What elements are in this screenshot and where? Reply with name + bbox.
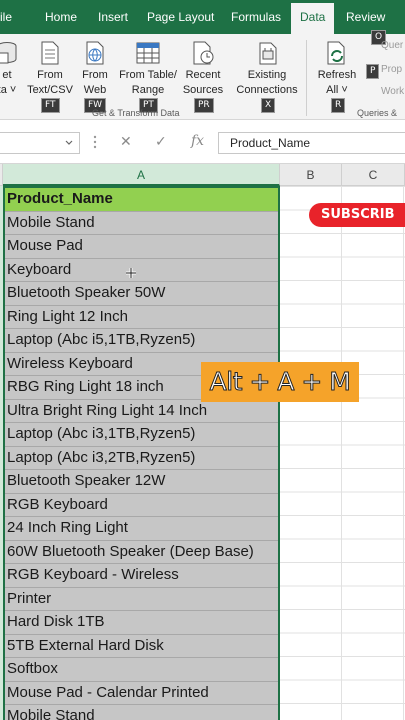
from-web-label-1: From — [82, 69, 108, 81]
name-box[interactable] — [0, 132, 80, 154]
text-file-icon — [41, 41, 59, 65]
existing-connections-button[interactable]: Existing Connections — [233, 40, 301, 98]
keytip-p: P — [366, 64, 380, 79]
recent-sources-label-1: Recent — [185, 69, 221, 81]
refresh-all-label-1: Refresh — [317, 69, 357, 81]
table-row[interactable]: RGB Keyboard — [5, 494, 278, 517]
tab-formulas[interactable]: Formulas — [231, 0, 281, 34]
column-header-a[interactable]: A — [3, 164, 280, 186]
tab-page-layout[interactable]: Page Layout — [147, 0, 214, 34]
table-row[interactable]: Bluetooth Speaker 12W — [5, 470, 278, 494]
queries-connections-button[interactable]: Quer — [381, 40, 403, 51]
clock-icon — [193, 41, 214, 65]
table-row[interactable]: Laptop (Abc i3,1TB,Ryzen5) — [5, 423, 278, 447]
column-header-c[interactable]: C — [342, 164, 405, 186]
formula-bar: ✕ ✓ fx Product_Name — [0, 120, 405, 164]
properties-button[interactable]: Prop — [381, 64, 402, 75]
table-row[interactable]: Bluetooth Speaker 50W — [5, 282, 278, 306]
refresh-icon — [327, 41, 345, 65]
from-web-label-2: Web — [83, 84, 107, 96]
existing-connections-label-2: Connections — [236, 84, 298, 96]
selected-column-a[interactable]: Product_Name Mobile Stand Mouse Pad Keyb… — [3, 186, 280, 720]
from-table-range-button[interactable]: From Table/ Range — [116, 40, 180, 98]
more-options-icon[interactable] — [93, 135, 97, 149]
database-icon — [0, 42, 17, 64]
table-row[interactable]: Mouse Pad - Calendar Printed — [5, 682, 278, 705]
table-row[interactable]: Mouse Pad — [5, 235, 278, 259]
header-cell[interactable]: Product_Name — [5, 188, 278, 212]
empty-cells[interactable] — [279, 186, 405, 720]
tab-data[interactable]: Data — [291, 0, 335, 34]
keytip-pr: PR — [194, 98, 214, 113]
cancel-icon[interactable]: ✕ — [120, 133, 132, 150]
table-row[interactable]: Printer — [5, 588, 278, 611]
formula-input[interactable]: Product_Name — [218, 132, 405, 154]
keytip-r: R — [331, 98, 346, 113]
insert-function-icon[interactable]: fx — [191, 133, 204, 149]
from-table-label-2: Range — [131, 84, 165, 96]
table-row[interactable]: 5TB External Hard Disk — [5, 635, 278, 658]
data-ribbon: et ta ˅ From Text/CSV FT From Web FW Fro… — [0, 30, 405, 120]
table-row[interactable]: 24 Inch Ring Light — [5, 517, 278, 541]
table-row[interactable]: Hard Disk 1TB — [5, 611, 278, 635]
refresh-all-button[interactable]: Refresh All ˅ — [315, 40, 359, 98]
table-row[interactable]: Ring Light 12 Inch — [5, 306, 278, 329]
tab-insert[interactable]: Insert — [98, 0, 128, 34]
subscribe-button[interactable]: SUBSCRIB — [309, 203, 405, 227]
tab-home[interactable]: Home — [45, 0, 77, 34]
existing-connections-label-1: Existing — [247, 69, 287, 81]
table-row[interactable]: Laptop (Abc i5,1TB,Ryzen5) — [5, 329, 278, 353]
table-row[interactable]: Ultra Bright Ring Light 14 Inch — [5, 400, 278, 423]
get-data-label-1: et — [2, 69, 12, 81]
tab-file[interactable]: ile — [0, 0, 12, 34]
connections-icon — [259, 42, 277, 65]
table-row[interactable]: 60W Bluetooth Speaker (Deep Base) — [5, 541, 278, 564]
group-separator — [306, 40, 307, 116]
from-text-csv-button[interactable]: From Text/CSV — [27, 40, 73, 98]
tab-review[interactable]: Review — [346, 0, 385, 34]
table-row[interactable]: Mobile Stand — [5, 705, 278, 720]
get-data-label-2: ta ˅ — [0, 84, 17, 96]
table-row[interactable]: Keyboard — [5, 259, 278, 282]
ribbon-tab-bar: ile Home Insert Page Layout Formulas Dat… — [0, 0, 405, 34]
workbook-links-button[interactable]: Work — [381, 86, 404, 97]
from-text-csv-label-2: Text/CSV — [27, 84, 73, 96]
recent-sources-label-2: Sources — [182, 84, 224, 96]
table-row[interactable]: Mobile Stand — [5, 212, 278, 235]
enter-icon[interactable]: ✓ — [155, 133, 167, 150]
chevron-down-icon — [65, 140, 73, 145]
group-label-get-transform: Get & Transform Data — [92, 108, 180, 118]
from-web-button[interactable]: From Web — [79, 40, 111, 98]
table-row[interactable]: Softbox — [5, 658, 278, 682]
group-label-queries: Queries & — [357, 108, 398, 118]
keytip-ft: FT — [41, 98, 60, 113]
recent-sources-button[interactable]: Recent Sources — [182, 40, 224, 98]
from-table-label-1: From Table/ — [119, 69, 177, 81]
table-row[interactable]: RGB Keyboard - Wireless — [5, 564, 278, 588]
cell-cursor-icon — [126, 268, 136, 278]
globe-icon — [86, 41, 104, 65]
shortcut-caption: Alt + A + M — [201, 362, 359, 402]
keytip-x: X — [261, 98, 276, 113]
table-icon — [136, 42, 160, 64]
table-row[interactable]: Laptop (Abc i3,2TB,Ryzen5) — [5, 447, 278, 470]
get-data-button[interactable]: et ta ˅ — [0, 40, 22, 98]
from-text-csv-label-1: From — [37, 69, 63, 81]
refresh-all-label-2: All ˅ — [326, 84, 348, 96]
column-header-b[interactable]: B — [280, 164, 342, 186]
